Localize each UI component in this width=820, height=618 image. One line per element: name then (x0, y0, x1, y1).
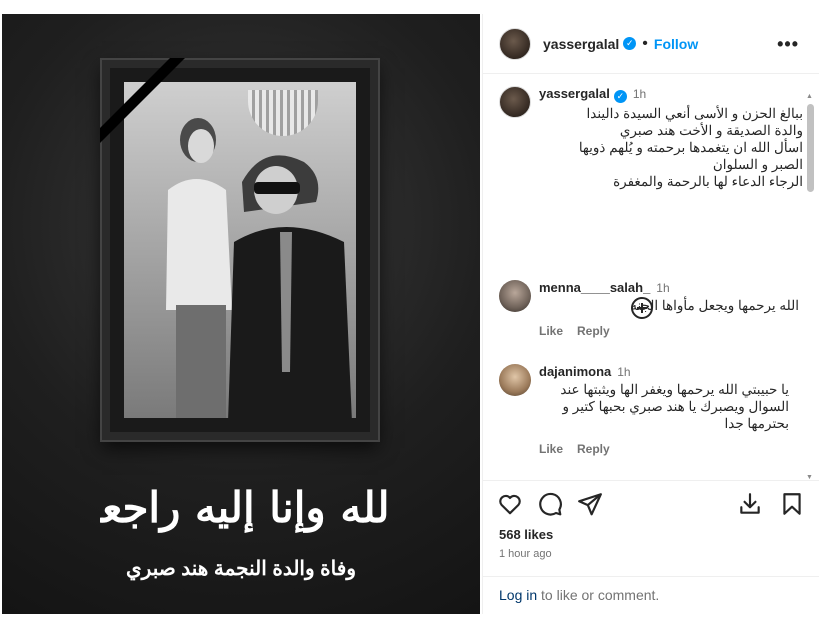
comment-username[interactable]: dajanimona (539, 364, 611, 379)
comments-section[interactable]: yassergalal ✓ 1h ببالغ الحزن و الأسى أنعي … (483, 74, 819, 477)
post-image-subtitle: وفاة والدة النجمة هند صبري (126, 558, 356, 580)
scrollbar-up-arrow-icon[interactable]: ▲ (806, 93, 814, 100)
separator-dot: • (642, 34, 648, 52)
instagram-post-dialog: إنا لله وإنا إليه راجعون وفاة والدة النج… (0, 12, 820, 616)
svg-text:إنا لله وإنا إليه راجعون: إنا لله وإنا إليه راجعون (100, 483, 390, 534)
comment-like-button[interactable]: Like (539, 324, 563, 338)
comment-text: يا حبيبتي الله يرحمها ويغفر الها ويثبتها… (560, 382, 789, 431)
mourning-ribbon-graphic (100, 58, 185, 143)
follow-button[interactable]: Follow (654, 36, 698, 52)
login-link[interactable]: Log in (499, 587, 537, 603)
comment-reply-button[interactable]: Reply (577, 324, 610, 338)
person-right-graphic (228, 155, 352, 418)
comments-scrollbar[interactable] (807, 104, 814, 192)
comment-item: dajanimona 1h يا حبيبتي الله يرحمها ويغفر… (499, 364, 799, 474)
author-username[interactable]: yassergalal (543, 36, 619, 52)
more-options-icon[interactable]: ••• (777, 34, 799, 55)
caption-block: yassergalal ✓ 1h ببالغ الحزن و الأسى أنعي … (499, 86, 803, 216)
download-icon[interactable] (737, 491, 763, 517)
login-prompt-text: to like or comment. (537, 587, 660, 603)
comment-like-button[interactable]: Like (539, 442, 563, 456)
caption-time[interactable]: 1h (633, 87, 646, 101)
verified-badge-icon: ✓ (613, 90, 627, 103)
post-timestamp[interactable]: 1 hour ago (499, 548, 552, 560)
post-action-bar (483, 480, 819, 526)
chandelier-graphic (248, 90, 318, 136)
comment-time[interactable]: 1h (617, 365, 630, 379)
post-side-panel: yassergalal ✓ • Follow ••• yassergalal ✓ 1… (482, 14, 819, 614)
comment-text: الله يرحمها ويجعل مأواها الجنه (630, 298, 799, 313)
avatar[interactable] (499, 27, 531, 60)
likes-count[interactable]: 568 likes (499, 527, 553, 542)
memorial-photo-frame (100, 58, 378, 440)
avatar[interactable] (499, 280, 531, 312)
post-image[interactable]: إنا لله وإنا إليه راجعون وفاة والدة النج… (2, 14, 480, 614)
share-icon[interactable] (577, 491, 603, 517)
heart-icon[interactable] (497, 491, 523, 517)
login-prompt: Log in to like or comment. (483, 576, 819, 614)
comment-reply-button[interactable]: Reply (577, 442, 610, 456)
caption-text: ببالغ الحزن و الأسى أنعي السيدة داليندا … (578, 106, 803, 189)
post-header: yassergalal ✓ • Follow ••• (483, 14, 819, 74)
avatar[interactable] (499, 364, 531, 396)
verified-badge-icon: ✓ (623, 37, 637, 50)
avatar[interactable] (499, 86, 531, 118)
condolence-calligraphy: إنا لله وإنا إليه راجعون (100, 483, 390, 534)
comment-time[interactable]: 1h (656, 281, 669, 295)
comment-username[interactable]: menna____salah_ (539, 280, 650, 295)
bookmark-icon[interactable] (779, 491, 805, 517)
comment-icon[interactable] (537, 491, 563, 517)
comment-item: menna____salah_ 1h الله يرحمها ويجعل مأوا… (499, 280, 799, 350)
caption-username[interactable]: yassergalal (539, 86, 610, 101)
